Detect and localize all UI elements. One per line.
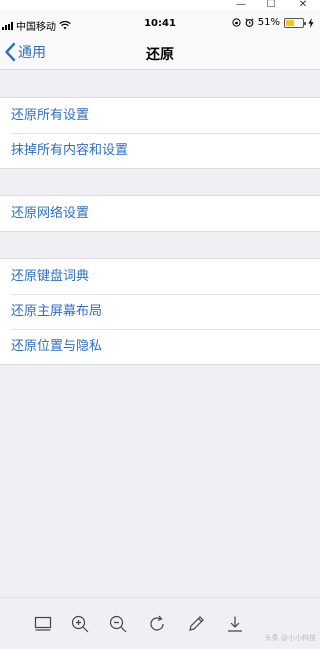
charging-icon	[308, 17, 314, 28]
alarm-icon	[245, 18, 254, 27]
reset-group-2: 还原网络设置	[0, 195, 320, 232]
reset-home-screen-layout-row[interactable]: 还原主屏幕布局	[0, 294, 320, 329]
battery-icon	[284, 17, 306, 28]
reset-all-settings-row[interactable]: 还原所有设置	[0, 98, 320, 133]
navigation-bar: 通用 还原	[0, 36, 320, 70]
download-icon[interactable]	[225, 614, 245, 634]
orientation-lock-icon	[232, 18, 241, 27]
watermark-text: 头条 @小小科技	[264, 634, 316, 642]
zoom-in-icon[interactable]	[70, 614, 90, 634]
reset-location-privacy-row[interactable]: 还原位置与隐私	[0, 329, 320, 364]
edit-icon[interactable]	[186, 614, 206, 634]
page-title: 还原	[146, 47, 174, 63]
reset-network-settings-row[interactable]: 还原网络设置	[0, 196, 320, 231]
window-controls: — ☐ ✕	[0, 0, 320, 10]
reset-group-1: 还原所有设置 抹掉所有内容和设置	[0, 97, 320, 169]
reset-keyboard-dictionary-row[interactable]: 还原键盘词典	[0, 259, 320, 294]
erase-all-content-row[interactable]: 抹掉所有内容和设置	[0, 133, 320, 168]
zoom-out-icon[interactable]	[108, 614, 128, 634]
rotate-icon[interactable]	[147, 614, 167, 634]
reset-group-3: 还原键盘词典 还原主屏幕布局 还原位置与隐私	[0, 258, 320, 365]
viewer-toolbar: 头条 @小小科技	[0, 597, 320, 649]
battery-percent: 51%	[257, 17, 280, 28]
fit-screen-icon[interactable]	[33, 614, 53, 634]
status-bar: 中国移动 10:41 51%	[0, 10, 320, 36]
